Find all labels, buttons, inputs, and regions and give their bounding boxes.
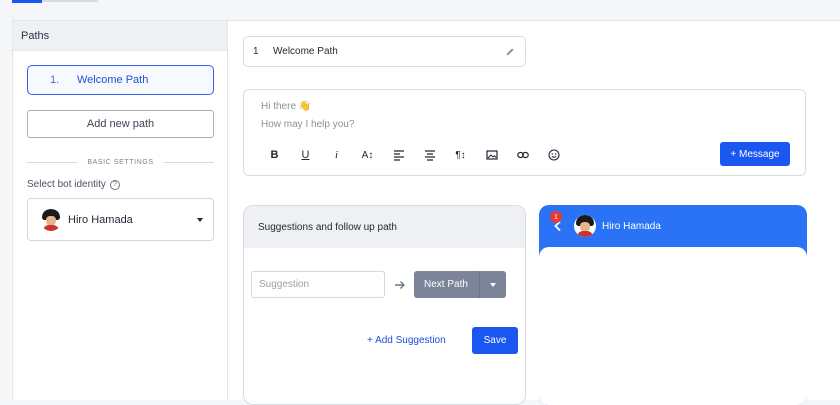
add-message-button[interactable]: + Message [720,142,790,166]
bot-identity-label: Select bot identity ? [27,179,120,190]
message-editor[interactable]: Hi there 👋 How may I help you? B U i A↕ … [243,89,806,176]
link-icon[interactable] [507,147,538,163]
suggestions-title: Suggestions and follow up path [244,206,525,248]
formatting-toolbar: B U i A↕ ¶↕ [259,147,569,163]
notification-badge: 1 [550,211,562,223]
next-path-select[interactable]: Next Path [414,271,506,298]
path-name-value: Welcome Path [273,46,338,57]
suggestion-input[interactable]: Suggestion [251,271,385,298]
left-align-icon[interactable] [383,147,414,163]
center-align-icon[interactable] [414,147,445,163]
path-item-welcome[interactable]: 1. Welcome Path [27,65,214,95]
bot-identity-select[interactable]: Hiro Hamada [27,198,214,241]
chevron-down-icon [197,218,203,222]
bot-name: Hiro Hamada [602,220,661,232]
avatar [40,208,62,231]
bot-avatar [574,215,596,237]
path-item-label: Welcome Path [77,74,149,86]
chat-preview-header: 1 Hiro Hamada [539,205,807,247]
save-button[interactable]: Save [472,327,518,354]
font-size-icon[interactable]: A↕ [352,147,383,163]
paths-sidebar: Paths 1. Welcome Path Add new path BASIC… [12,20,228,400]
chat-preview: 1 Hiro Hamada [539,205,807,405]
paragraph-spacing-icon[interactable]: ¶↕ [445,147,476,163]
italic-icon[interactable]: i [321,147,352,163]
message-line-2: How may I help you? [261,119,355,130]
emoji-icon[interactable] [538,147,569,163]
bold-icon[interactable]: B [259,147,290,163]
arrow-right-icon [395,281,405,289]
top-tab-strip [0,0,840,4]
path-editor-main: 1 Welcome Path Hi there 👋 How may I help… [228,20,840,405]
add-suggestion-link[interactable]: + Add Suggestion [367,335,446,346]
path-name-field[interactable]: 1 Welcome Path [243,36,526,67]
suggestions-panel: Suggestions and follow up path Suggestio… [243,205,526,405]
image-icon[interactable] [476,147,507,163]
path-name-number: 1 [253,46,259,57]
top-tab-inactive[interactable] [42,0,98,2]
divider-line [163,161,215,163]
bot-identity-value: Hiro Hamada [68,213,133,226]
next-path-label: Next Path [424,279,468,290]
underline-icon[interactable]: U [290,147,321,163]
chat-preview-body [539,247,807,405]
add-new-path-button[interactable]: Add new path [27,110,214,138]
select-separator [479,271,480,298]
pencil-icon[interactable] [505,47,515,57]
bot-identity-label-text: Select bot identity [27,179,106,190]
help-icon[interactable]: ? [109,179,120,190]
path-item-number: 1. [50,74,60,86]
divider-line [27,161,78,163]
basic-settings-divider: BASIC SETTINGS [27,157,215,167]
divider-label: BASIC SETTINGS [87,158,154,166]
top-tab-active[interactable] [12,0,42,3]
sidebar-title: Paths [13,21,227,51]
message-line-1: Hi there 👋 [261,101,312,112]
chevron-down-icon [490,283,496,287]
